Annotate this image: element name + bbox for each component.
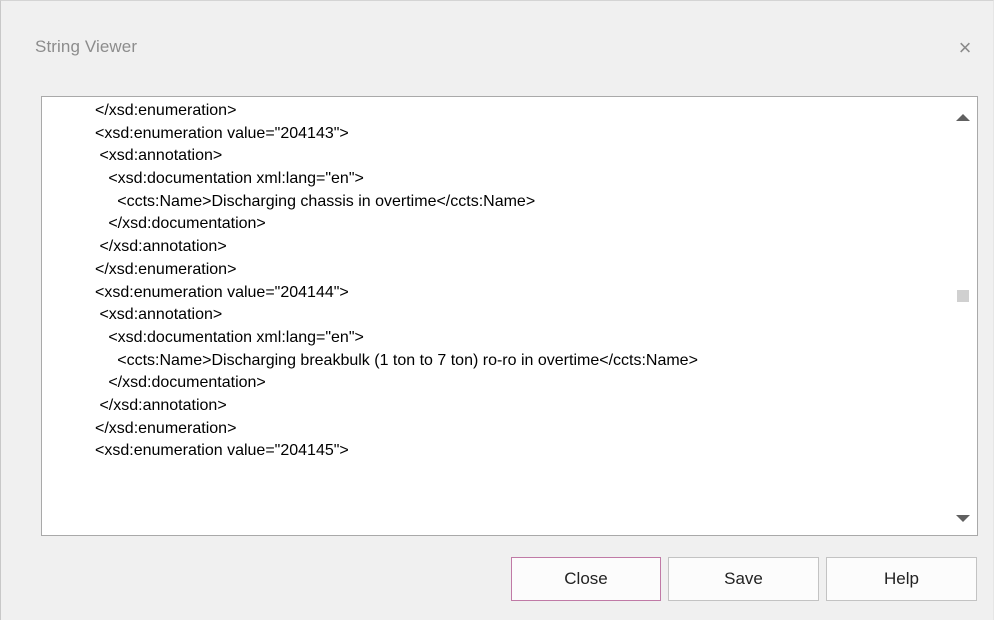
string-text-viewer[interactable]: </xsd:enumeration> <xsd:enumeration value… <box>41 96 978 536</box>
text-line: </xsd:documentation> <box>95 374 266 392</box>
text-line: <xsd:enumeration value="204143"> <box>95 124 349 142</box>
title-bar: String Viewer × <box>1 1 993 89</box>
text-line: </xsd:enumeration> <box>95 419 237 437</box>
scroll-up-arrow-icon <box>956 114 970 121</box>
vertical-scrollbar[interactable] <box>949 97 977 535</box>
text-line: <xsd:documentation xml:lang="en"> <box>95 170 364 188</box>
text-line: <ccts:Name>Discharging breakbulk (1 ton … <box>95 351 698 369</box>
text-line: </xsd:annotation> <box>95 396 227 414</box>
scroll-down-arrow-icon <box>956 515 970 522</box>
save-button[interactable]: Save <box>668 557 819 601</box>
text-line: </xsd:enumeration> <box>95 102 237 119</box>
close-button[interactable]: Close <box>511 557 661 601</box>
string-viewer-dialog: String Viewer × </xsd:enumeration> <xsd:e… <box>0 0 994 620</box>
help-button[interactable]: Help <box>826 557 977 601</box>
scroll-thumb[interactable] <box>957 290 969 302</box>
text-line: <xsd:enumeration value="204145"> <box>95 442 349 460</box>
text-content[interactable]: </xsd:enumeration> <xsd:enumeration value… <box>42 97 949 535</box>
dialog-title: String Viewer <box>35 37 138 56</box>
text-line: </xsd:annotation> <box>95 238 227 256</box>
text-line: <ccts:Name>Discharging chassis in overti… <box>95 192 536 210</box>
text-line: <xsd:annotation> <box>95 147 223 165</box>
close-icon[interactable]: × <box>954 37 976 59</box>
scroll-down-button[interactable] <box>949 505 977 533</box>
text-line: </xsd:documentation> <box>95 215 266 233</box>
text-line: <xsd:annotation> <box>95 306 223 324</box>
scroll-up-button[interactable] <box>949 105 977 133</box>
text-line: <xsd:enumeration value="204144"> <box>95 283 349 301</box>
text-line: <xsd:documentation xml:lang="en"> <box>95 328 364 346</box>
text-line: </xsd:enumeration> <box>95 260 237 278</box>
